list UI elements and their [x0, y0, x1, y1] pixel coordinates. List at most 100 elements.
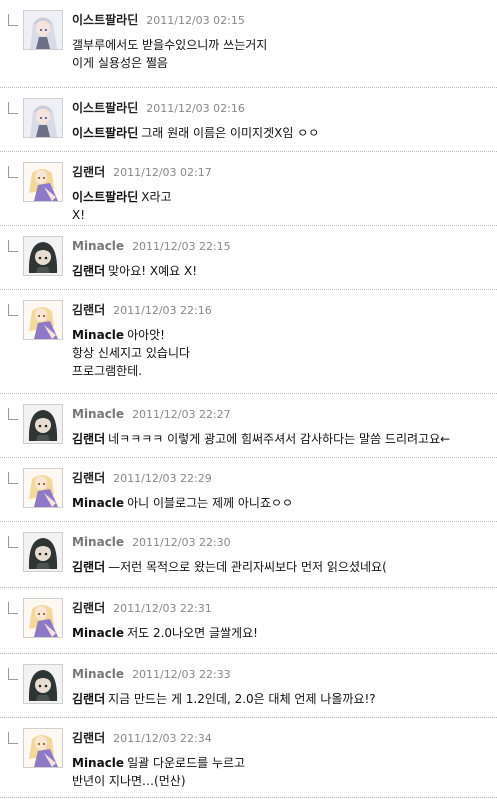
comment-text: 아아앗! — [127, 328, 165, 342]
comment-line: Minacle 아니 이블로그는 제께 아니죠ㅇㅇ — [72, 494, 293, 512]
avatar[interactable] — [23, 468, 63, 508]
comment-date: 2011/12/03 22:33 — [132, 668, 231, 681]
comment-body: 갤부루에서도 받을수있으니까 쓰는거지이게 실용성은 쩔음 — [72, 36, 267, 72]
comment-meta: 김랜더 2011/12/03 22:29 — [72, 470, 212, 487]
avatar[interactable] — [23, 728, 63, 768]
avatar[interactable] — [23, 10, 63, 50]
blonde-anime-avatar-icon — [24, 301, 62, 339]
mention-name[interactable]: Minacle — [72, 756, 124, 770]
comment-line: 김랜더 —저런 목적으로 왔는데 관리자씨보다 먼저 읽으셨네요( — [72, 558, 387, 576]
comment-body: 이스트팔라딘 그래 원래 이름은 이미지겟X임 ㅇㅇ — [72, 124, 319, 142]
comment-body: 이스트팔라딘 X라고 X! — [72, 188, 172, 224]
comment-date: 2011/12/03 22:29 — [113, 472, 212, 485]
comment-text: 반년이 지나면…(먼산) — [72, 774, 186, 788]
comment-text: 맞아요! X예요 X! — [108, 264, 198, 278]
white-hair-anime-avatar-icon — [24, 99, 62, 137]
comment-line: Minacle 저도 2.0나오면 글쌀게요! — [72, 624, 258, 642]
comment-body: 김랜더 지금 만드는 게 1.2인데, 2.0은 대체 언제 나올까요!? — [72, 690, 376, 708]
blonde-anime-avatar-icon — [24, 729, 62, 767]
comment-line: 김랜더 네ㅋㅋㅋㅋ 이렇게 광고에 힘써주셔서 감사하다는 말씀 드리려고요← — [72, 430, 450, 448]
comment-date: 2011/12/03 22:31 — [113, 602, 212, 615]
comment-meta: Minacle 2011/12/03 22:27 — [72, 406, 231, 423]
blonde-anime-avatar-icon — [24, 163, 62, 201]
comment-author[interactable]: 김랜더 — [72, 471, 105, 485]
comment-item: 김랜더 2011/12/03 22:16 Minacle 아아앗! 항상 신세지고 있습… — [0, 290, 497, 394]
comment-line: 김랜더 지금 만드는 게 1.2인데, 2.0은 대체 언제 나올까요!? — [72, 690, 376, 708]
avatar[interactable] — [23, 162, 63, 202]
comment-date: 2011/12/03 22:27 — [132, 408, 231, 421]
comment-text: 이게 실용성은 쩔음 — [72, 56, 168, 70]
comment-author[interactable]: Minacle — [72, 667, 124, 681]
hooded-figure-avatar-icon — [24, 665, 62, 703]
comment-line: 이게 실용성은 쩔음 — [72, 54, 267, 72]
comment-text: 항상 신세지고 있습니다 — [72, 346, 191, 360]
hooded-figure-avatar-icon — [24, 405, 62, 443]
mention-name[interactable]: 김랜더 — [72, 560, 105, 574]
comment-date: 2011/12/03 02:16 — [146, 102, 245, 115]
comment-author[interactable]: Minacle — [72, 239, 124, 253]
mention-name[interactable]: 이스트팔라딘 — [72, 190, 138, 204]
comment-body: Minacle 일괄 다운로드를 누르고반년이 지나면…(먼산) — [72, 754, 245, 790]
comment-author[interactable]: 김랜더 — [72, 601, 105, 615]
comment-author[interactable]: 김랜더 — [72, 731, 105, 745]
avatar[interactable] — [23, 300, 63, 340]
comment-body: Minacle 저도 2.0나오면 글쌀게요! — [72, 624, 258, 642]
mention-name[interactable]: 김랜더 — [72, 692, 105, 706]
comment-date: 2011/12/03 02:15 — [146, 14, 245, 27]
comment-meta: 김랜더 2011/12/03 02:17 — [72, 164, 212, 181]
comment-item: 김랜더 2011/12/03 22:31 Minacle 저도 2.0나오면 글쌀게요… — [0, 588, 497, 654]
mention-name[interactable]: Minacle — [72, 328, 124, 342]
mention-name[interactable]: 이스트팔라딘 — [72, 126, 138, 140]
comment-line: 항상 신세지고 있습니다 — [72, 344, 190, 362]
comment-text: 그래 원래 이름은 이미지겟X임 ㅇㅇ — [141, 126, 320, 140]
mention-name[interactable]: Minacle — [72, 496, 124, 510]
comment-item: 이스트팔라딘 2011/12/03 02:15 갤부루에서도 받을수있으니까 쓰는거… — [0, 0, 497, 88]
comment-date: 2011/12/03 22:16 — [113, 304, 212, 317]
comment-item: 이스트팔라딘 2011/12/03 02:16 이스트팔라딘 그래 원래 이름은 이미… — [0, 88, 497, 152]
comment-meta: 김랜더 2011/12/03 22:16 — [72, 302, 212, 319]
avatar[interactable] — [23, 404, 63, 444]
comment-line: Minacle 일괄 다운로드를 누르고 — [72, 754, 245, 772]
comment-author[interactable]: 김랜더 — [72, 303, 105, 317]
comment-text: X! — [72, 208, 86, 222]
hooded-figure-avatar-icon — [24, 237, 62, 275]
mention-name[interactable]: 김랜더 — [72, 432, 105, 446]
comment-line: 이스트팔라딘 그래 원래 이름은 이미지겟X임 ㅇㅇ — [72, 124, 319, 142]
comment-line: X! — [72, 206, 172, 224]
comment-date: 2011/12/03 22:15 — [132, 240, 231, 253]
comment-item: Minacle 2011/12/03 22:27 김랜더 네ㅋㅋㅋㅋ 이렇게 광고에 … — [0, 394, 497, 458]
comment-item: Minacle 2011/12/03 22:15 김랜더 맞아요! X예요 X! — [0, 226, 497, 290]
comment-text: X라고 — [141, 190, 172, 204]
comment-meta: 이스트팔라딘 2011/12/03 02:16 — [72, 100, 245, 117]
reply-arrow-icon — [8, 536, 18, 548]
avatar[interactable] — [23, 236, 63, 276]
comment-text: 프로그램한테. — [72, 364, 143, 378]
reply-arrow-icon — [8, 732, 18, 744]
avatar[interactable] — [23, 532, 63, 572]
comment-line: 이스트팔라딘 X라고 — [72, 188, 172, 206]
comment-body: 김랜더 네ㅋㅋㅋㅋ 이렇게 광고에 힘써주셔서 감사하다는 말씀 드리려고요← — [72, 430, 450, 448]
comment-text: 지금 만드는 게 1.2인데, 2.0은 대체 언제 나올까요!? — [108, 692, 376, 706]
reply-arrow-icon — [8, 668, 18, 680]
comment-text: 저도 2.0나오면 글쌀게요! — [127, 626, 258, 640]
blonde-anime-avatar-icon — [24, 599, 62, 637]
comment-author[interactable]: 김랜더 — [72, 165, 105, 179]
comment-body: Minacle 아니 이블로그는 제께 아니죠ㅇㅇ — [72, 494, 293, 512]
mention-name[interactable]: 김랜더 — [72, 264, 105, 278]
comment-text: 갤부루에서도 받을수있으니까 쓰는거지 — [72, 38, 268, 52]
comment-text: 일괄 다운로드를 누르고 — [127, 756, 246, 770]
avatar[interactable] — [23, 98, 63, 138]
comment-meta: Minacle 2011/12/03 22:30 — [72, 534, 231, 551]
comment-date: 2011/12/03 22:34 — [113, 732, 212, 745]
comment-author[interactable]: Minacle — [72, 535, 124, 549]
mention-name[interactable]: Minacle — [72, 626, 124, 640]
comment-author[interactable]: Minacle — [72, 407, 124, 421]
comment-author[interactable]: 이스트팔라딘 — [72, 101, 138, 115]
avatar[interactable] — [23, 598, 63, 638]
comment-date: 2011/12/03 22:30 — [132, 536, 231, 549]
white-hair-anime-avatar-icon — [24, 11, 62, 49]
comment-meta: 김랜더 2011/12/03 22:31 — [72, 600, 212, 617]
avatar[interactable] — [23, 664, 63, 704]
reply-arrow-icon — [8, 472, 18, 484]
comment-author[interactable]: 이스트팔라딘 — [72, 13, 138, 27]
